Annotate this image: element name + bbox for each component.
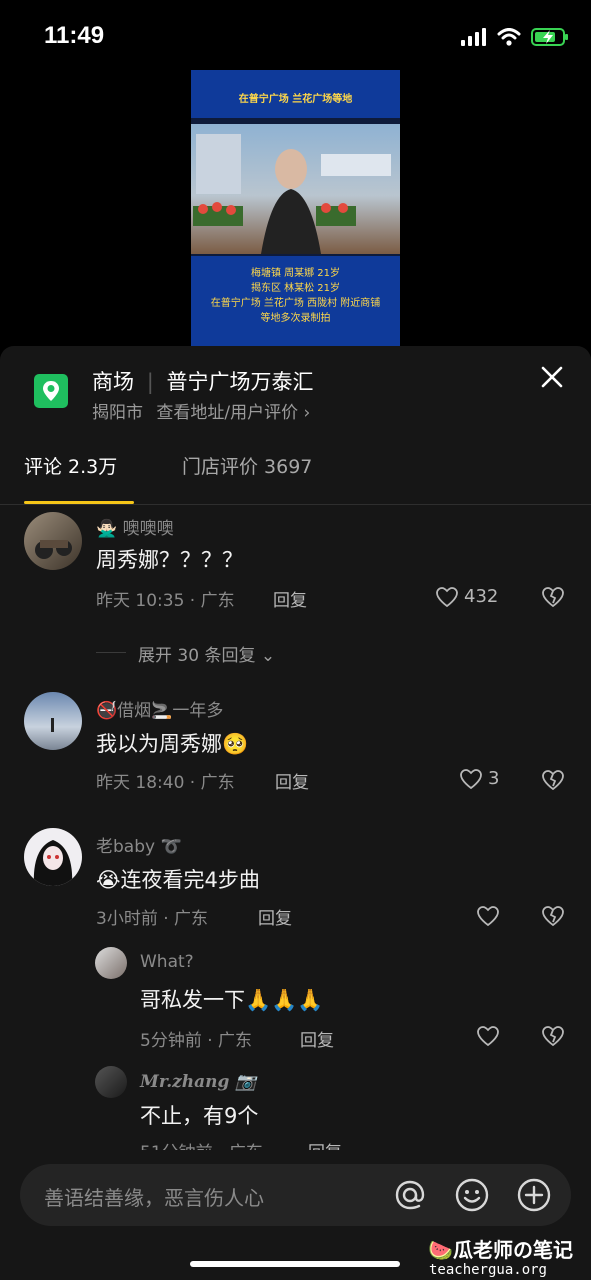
place-category: 商场 (92, 370, 134, 394)
tab-bar: 评论 2.3万 门店评价 3697 (0, 446, 591, 505)
reply-text-content: 哥私发一下 (140, 988, 245, 1012)
avatar[interactable] (95, 947, 127, 979)
video-banner-text: 在普宁广场 兰花广场等地 (238, 94, 353, 105)
comment-text: 我以为周秀娜🥺 (96, 728, 248, 758)
dislike-icon[interactable] (542, 770, 564, 790)
comment-username: 噢噢噢 (122, 519, 174, 539)
comment-username-suffix: 一年多 (172, 701, 224, 721)
reply-button[interactable]: 回复 (275, 768, 309, 793)
heart-icon[interactable] (477, 1026, 499, 1046)
comment-text: 😭连夜看完4步曲 (96, 864, 260, 894)
expand-replies-button[interactable]: 展开 30 条回复 ⌄ (138, 641, 275, 666)
comment-input[interactable]: 善语结善缘，恶言伤人心 (20, 1164, 571, 1226)
watermark-url: teachergua.org (428, 1262, 547, 1278)
reply-text: 不止，有9个 (140, 1104, 259, 1128)
comment-time: 3小时前 · 广东 (96, 909, 209, 929)
comment-username: 老baby (96, 837, 156, 857)
like-button[interactable]: 3 (460, 768, 499, 789)
reply-button[interactable]: 回复 (273, 586, 307, 611)
mention-icon[interactable] (392, 1177, 428, 1213)
avatar[interactable] (24, 692, 82, 750)
status-icons (461, 24, 569, 50)
video-caption: 梅塘镇 周某娜 21岁 揭东区 林某松 21岁 在普宁广场 兰花广场 西陇村 附… (191, 256, 400, 346)
comment-user[interactable]: 🙅🏻‍♂️ 噢噢噢 (96, 514, 174, 539)
comment-sheet: 商场 | 普宁广场万泰汇 揭阳市 查看地址/用户评价 › 评论 2.3万 门店评… (0, 346, 591, 1280)
status-bar: 11:49 (0, 0, 591, 70)
watermark-title: 瓜老师の笔记 (453, 1238, 573, 1262)
user-emoji-icon: 🙅🏻‍♂️ (96, 519, 118, 539)
dislike-icon[interactable] (542, 587, 564, 607)
location-pin-icon (34, 374, 68, 408)
reply-button[interactable]: 回复 (300, 1026, 334, 1051)
active-tab-indicator (24, 501, 134, 504)
comment-time: 昨天 18:40 · 广东 (96, 773, 235, 793)
camera-icon: 📷 (235, 1072, 257, 1092)
pray-face-icon: 🥺 (222, 732, 249, 756)
comment-user[interactable]: 🚭借烟🚬一年多 (96, 696, 223, 721)
place-subtitle[interactable]: 揭阳市 查看地址/用户评价 › (92, 398, 310, 423)
comment-user[interactable]: 老baby ➰ (96, 832, 182, 857)
battery-charging-icon (531, 28, 568, 46)
place-title: 商场 | 普宁广场万泰汇 (92, 370, 314, 394)
dislike-icon[interactable] (542, 906, 564, 926)
expand-replies-label: 展开 30 条回复 (138, 646, 256, 666)
place-link[interactable]: 查看地址/用户评价 (156, 403, 298, 423)
wifi-icon (497, 28, 521, 46)
like-count: 432 (464, 586, 499, 607)
heart-icon (436, 586, 458, 607)
dislike-icon[interactable] (542, 1026, 564, 1046)
video-banner: 在普宁广场 兰花广场等地 (191, 70, 400, 118)
video-caption-line: 梅塘镇 周某娜 21岁 (250, 268, 341, 279)
watermelon-icon: 🍉 (428, 1238, 453, 1262)
comment-time: 昨天 10:35 · 广东 (96, 591, 235, 611)
avatar[interactable] (95, 1066, 127, 1098)
comment-input-placeholder: 善语结善缘，恶言伤人心 (44, 1186, 264, 1210)
crying-face-icon: 😭 (96, 868, 121, 892)
status-time: 11:49 (44, 22, 105, 49)
reply-username: Mr.zhang (140, 1072, 230, 1092)
heart-icon (460, 768, 482, 789)
no-smoking-icon: 🚭 (96, 701, 118, 721)
video-photo (191, 124, 400, 254)
video-preview[interactable]: 在普宁广场 兰花广场等地 梅塘镇 周某娜 21岁 揭东区 林某松 21岁 在普宁… (191, 70, 400, 346)
add-icon[interactable] (516, 1177, 552, 1213)
like-button[interactable]: 432 (436, 586, 498, 607)
cigarette-icon: 🚬 (151, 701, 173, 721)
emoji-icon[interactable] (454, 1177, 490, 1213)
place-name: 普宁广场万泰汇 (166, 370, 314, 394)
video-caption-line: 揭东区 林某松 21岁 (250, 283, 341, 294)
reply-user[interactable]: Mr.zhang 📷 (140, 1072, 257, 1092)
place-city: 揭阳市 (92, 403, 143, 423)
pray-icon: 🙏🙏🙏 (245, 988, 324, 1012)
home-indicator[interactable] (190, 1261, 400, 1267)
comment-username: 借烟 (117, 701, 152, 721)
avatar[interactable] (24, 828, 82, 886)
chevron-right-icon: › (303, 403, 311, 423)
close-icon[interactable] (541, 366, 563, 388)
comment-text-content: 连夜看完4步曲 (120, 868, 260, 892)
tab-comments[interactable]: 评论 2.3万 (24, 452, 117, 479)
video-caption-line: 等地多次录制拍 (260, 313, 331, 324)
chevron-down-icon: ⌄ (260, 646, 276, 666)
reply-time: 5分钟前 · 广东 (140, 1031, 253, 1051)
like-count: 3 (488, 768, 500, 789)
tab-store-reviews[interactable]: 门店评价 3697 (182, 452, 312, 479)
video-caption-line: 在普宁广场 兰花广场 西陇村 附近商铺 (210, 298, 381, 309)
avatar[interactable] (24, 512, 82, 570)
reply-username[interactable]: What? (140, 952, 194, 972)
heart-icon[interactable] (477, 906, 499, 926)
reply-button[interactable]: 回复 (258, 904, 292, 929)
comment-text: 周秀娜？？？？ (96, 548, 243, 572)
comment-text-content: 我以为周秀娜 (96, 732, 222, 756)
watermark: 🍉瓜老师の笔记 (428, 1234, 573, 1263)
reply-text: 哥私发一下🙏🙏🙏 (140, 984, 323, 1014)
expand-divider (96, 652, 126, 653)
curl-icon: ➰ (155, 837, 182, 857)
cellular-signal-icon (461, 28, 486, 46)
